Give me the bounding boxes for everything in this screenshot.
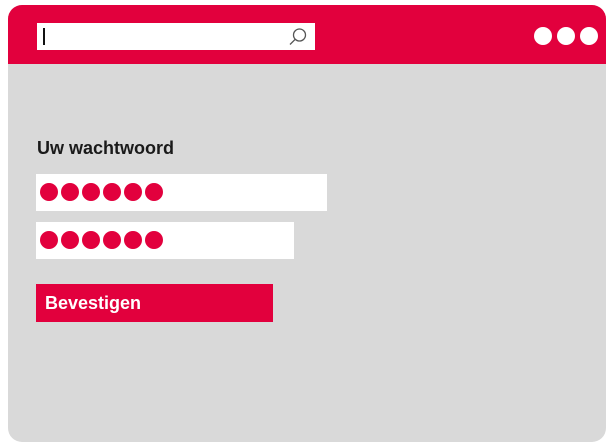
confirm-password-mask — [40, 231, 163, 249]
mask-dot — [103, 183, 121, 201]
dot-icon — [557, 27, 575, 45]
mask-dot — [145, 183, 163, 201]
password-label: Uw wachtwoord — [37, 138, 175, 158]
search-icon[interactable] — [288, 27, 308, 47]
mask-dot — [61, 183, 79, 201]
dot-icon — [580, 27, 598, 45]
title-bar — [8, 5, 606, 64]
mask-dot — [40, 183, 58, 201]
more-dots-icon[interactable] — [534, 27, 598, 45]
mask-dot — [145, 231, 163, 249]
password-field[interactable] — [36, 174, 327, 211]
dot-icon — [534, 27, 552, 45]
text-cursor — [43, 28, 45, 45]
search-input[interactable] — [37, 23, 315, 50]
mask-dot — [82, 231, 100, 249]
confirm-password-field[interactable] — [36, 222, 294, 259]
password-mask — [40, 183, 163, 201]
mask-dot — [40, 231, 58, 249]
mask-dot — [124, 231, 142, 249]
mask-dot — [103, 231, 121, 249]
mask-dot — [124, 183, 142, 201]
mask-dot — [82, 183, 100, 201]
confirm-button[interactable]: Bevestigen — [36, 284, 273, 322]
mask-dot — [61, 231, 79, 249]
browser-window: Uw wachtwoord Bevestigen — [8, 5, 606, 442]
